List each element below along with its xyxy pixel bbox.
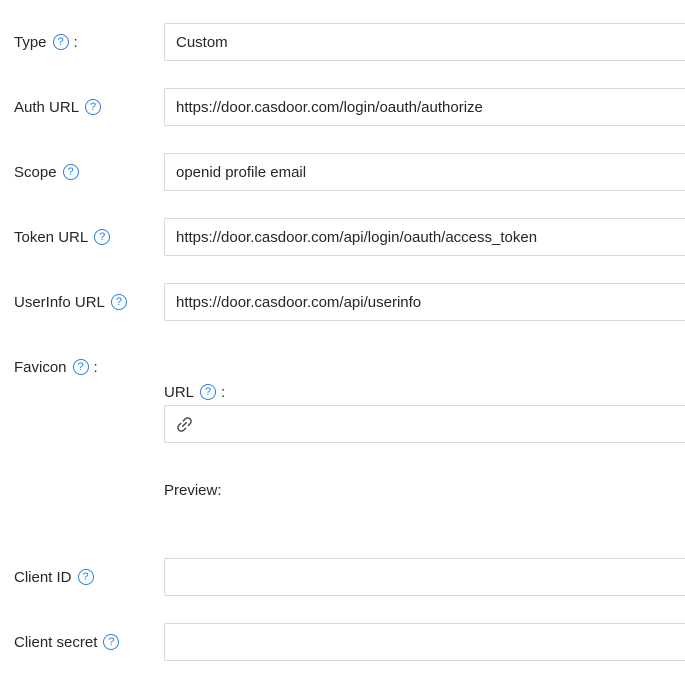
userinfo-url-input[interactable] <box>164 283 685 321</box>
favicon-url-input[interactable] <box>201 406 685 442</box>
help-icon[interactable]: ? <box>103 634 119 650</box>
auth-url-input[interactable] <box>164 88 685 126</box>
scope-input[interactable] <box>164 153 685 191</box>
client-id-row: Client ID ? <box>0 558 685 596</box>
token-url-label: Token URL ? <box>0 218 164 256</box>
userinfo-url-row: UserInfo URL ? <box>0 283 685 321</box>
scope-row: Scope ? <box>0 153 685 191</box>
favicon-label: Favicon ? : <box>0 348 164 386</box>
client-id-label: Client ID ? <box>0 558 164 596</box>
userinfo-url-label: UserInfo URL ? <box>0 283 164 321</box>
favicon-preview-label: Preview: <box>164 479 685 501</box>
favicon-url-label-colon: : <box>221 384 225 401</box>
type-label-colon: : <box>74 34 78 51</box>
type-select[interactable] <box>164 23 685 61</box>
userinfo-url-label-text: UserInfo URL <box>14 294 105 311</box>
help-icon[interactable]: ? <box>111 294 127 310</box>
help-icon[interactable]: ? <box>63 164 79 180</box>
favicon-label-colon: : <box>94 359 98 376</box>
client-secret-label: Client secret ? <box>0 623 164 661</box>
type-label-text: Type <box>14 34 47 51</box>
token-url-row: Token URL ? <box>0 218 685 256</box>
token-url-input[interactable] <box>164 218 685 256</box>
favicon-section: Favicon ? : URL ? : Preview: <box>0 348 685 501</box>
favicon-label-text: Favicon <box>14 359 67 376</box>
favicon-url-label: URL ? : <box>164 381 685 403</box>
auth-url-label: Auth URL ? <box>0 88 164 126</box>
favicon-url-input-wrapper <box>164 405 685 443</box>
client-id-input[interactable] <box>164 558 685 596</box>
client-secret-label-text: Client secret <box>14 634 97 651</box>
client-secret-row: Client secret ? <box>0 623 685 661</box>
favicon-url-label-text: URL <box>164 384 194 401</box>
help-icon[interactable]: ? <box>73 359 89 375</box>
help-icon[interactable]: ? <box>200 384 216 400</box>
type-row: Type ? : <box>0 23 685 61</box>
scope-label: Scope ? <box>0 153 164 191</box>
help-icon[interactable]: ? <box>94 229 110 245</box>
auth-url-label-text: Auth URL <box>14 99 79 116</box>
client-id-label-text: Client ID <box>14 569 72 586</box>
scope-label-text: Scope <box>14 164 57 181</box>
help-icon[interactable]: ? <box>85 99 101 115</box>
help-icon[interactable]: ? <box>53 34 69 50</box>
help-icon[interactable]: ? <box>78 569 94 585</box>
auth-url-row: Auth URL ? <box>0 88 685 126</box>
provider-edit-form: Type ? : Auth URL ? Scope ? Token URL ? <box>0 0 685 661</box>
client-secret-input[interactable] <box>164 623 685 661</box>
type-label: Type ? : <box>0 23 164 61</box>
token-url-label-text: Token URL <box>14 229 88 246</box>
link-icon <box>176 416 193 433</box>
